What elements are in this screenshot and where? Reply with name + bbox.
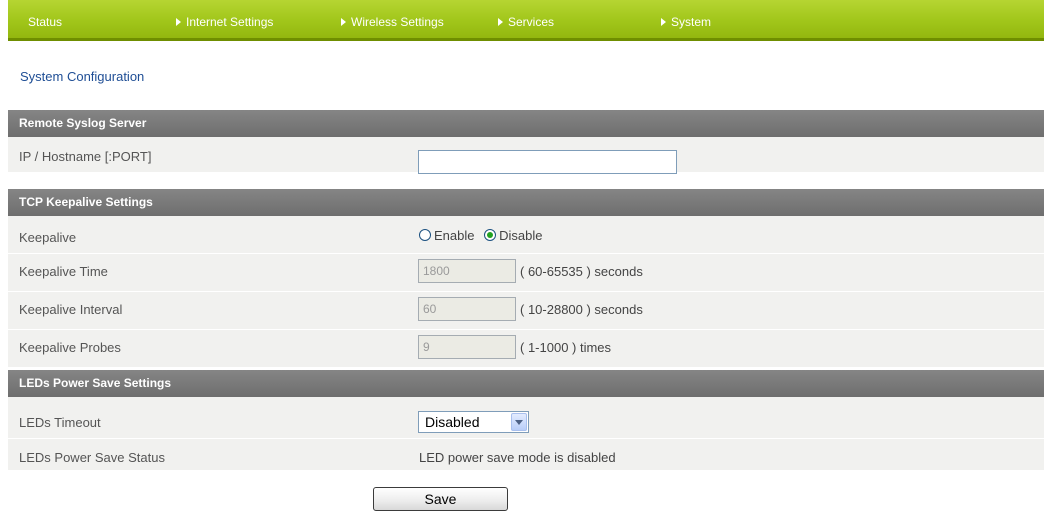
chevron-down-icon[interactable]: [511, 413, 527, 431]
row-leds-timeout: LEDs Timeout Disabled: [8, 397, 1044, 439]
keepalive-probes-label: Keepalive Probes: [19, 340, 121, 355]
right-triangle-icon: [341, 18, 346, 26]
leds-status-label: LEDs Power Save Status: [19, 450, 165, 465]
row-keepalive: Keepalive Enable Disable: [8, 216, 1044, 254]
nav-label: Status: [28, 15, 63, 29]
keepalive-interval-input[interactable]: [418, 297, 516, 321]
nav-label: Internet Settings: [186, 15, 274, 29]
save-button[interactable]: Save: [373, 487, 508, 511]
nav-item-system[interactable]: System: [661, 15, 711, 29]
keepalive-time-hint: ( 60-65535 ) seconds: [520, 264, 643, 279]
section-header-tcp-keepalive: TCP Keepalive Settings: [8, 189, 1044, 216]
nav-item-status[interactable]: Status: [28, 15, 62, 29]
right-triangle-icon: [661, 18, 666, 26]
keepalive-probes-input[interactable]: [418, 335, 516, 359]
row-keepalive-interval: Keepalive Interval ( 10-28800 ) seconds: [8, 292, 1044, 330]
right-triangle-icon: [498, 18, 503, 26]
nav-item-internet-settings[interactable]: Internet Settings: [176, 15, 273, 29]
keepalive-enable-label: Enable: [434, 228, 475, 243]
keepalive-time-label: Keepalive Time: [19, 264, 108, 279]
nav-item-services[interactable]: Services: [498, 15, 554, 29]
nav-item-wireless-settings[interactable]: Wireless Settings: [341, 15, 444, 29]
section-header-remote-syslog: Remote Syslog Server: [8, 110, 1044, 137]
syslog-host-input[interactable]: [418, 150, 677, 174]
row-keepalive-probes: Keepalive Probes ( 1-1000 ) times: [8, 330, 1044, 368]
row-syslog-host: IP / Hostname [:PORT]: [8, 137, 1044, 174]
leds-timeout-value: Disabled: [425, 414, 480, 430]
right-triangle-icon: [176, 18, 181, 26]
keepalive-time-input[interactable]: [418, 259, 516, 283]
keepalive-disable-label: Disable: [499, 228, 543, 243]
keepalive-enable-radio[interactable]: [419, 229, 431, 241]
row-leds-status: LEDs Power Save Status LED power save mo…: [8, 439, 1044, 471]
keepalive-disable-radio[interactable]: [484, 229, 497, 241]
nav-label: System: [671, 15, 712, 29]
keepalive-interval-label: Keepalive Interval: [19, 302, 123, 317]
syslog-host-label: IP / Hostname [:PORT]: [19, 149, 152, 164]
keepalive-probes-hint: ( 1-1000 ) times: [520, 340, 612, 355]
keepalive-interval-hint: ( 10-28800 ) seconds: [520, 302, 643, 317]
leds-status-value: LED power save mode is disabled: [419, 450, 616, 465]
leds-timeout-select[interactable]: Disabled: [418, 411, 529, 433]
nav-label: Services: [508, 15, 555, 29]
leds-timeout-label: LEDs Timeout: [19, 415, 101, 430]
keepalive-radio-group: Enable Disable: [419, 228, 548, 243]
top-navigation-bar: Status Internet Settings Wireless Settin…: [8, 0, 1044, 41]
nav-label: Wireless Settings: [351, 15, 444, 29]
row-keepalive-time: Keepalive Time ( 60-65535 ) seconds: [8, 254, 1044, 292]
keepalive-label: Keepalive: [19, 230, 77, 245]
section-header-leds-power-save: LEDs Power Save Settings: [8, 370, 1044, 397]
page-title: System Configuration: [20, 69, 145, 84]
